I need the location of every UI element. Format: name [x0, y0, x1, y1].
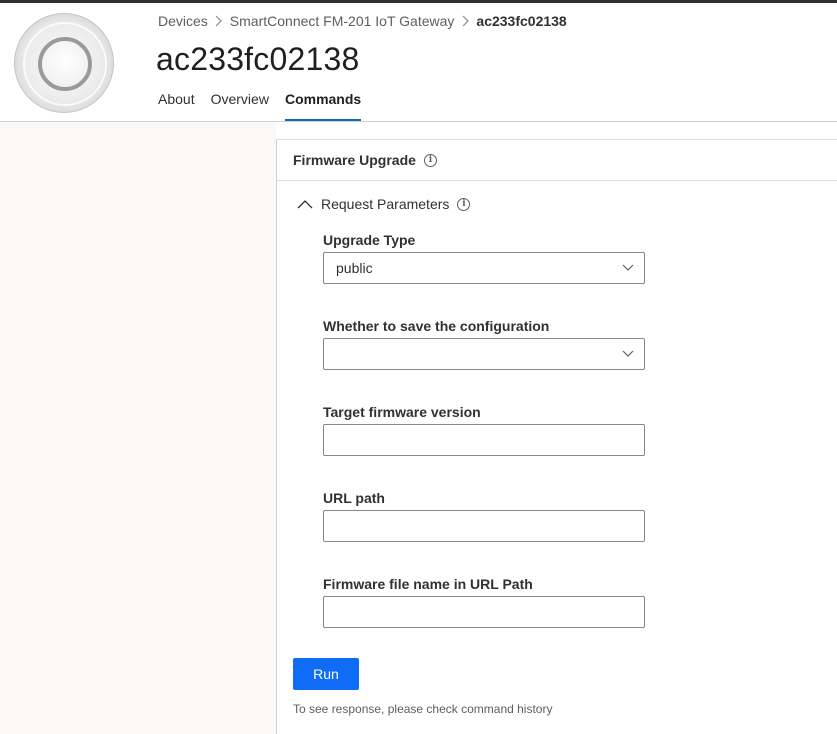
chevron-down-icon	[622, 350, 634, 357]
url-path-input[interactable]	[323, 510, 645, 542]
device-image	[14, 13, 114, 113]
field-label: Upgrade Type	[323, 232, 416, 248]
breadcrumb-device-template[interactable]: SmartConnect FM-201 IoT Gateway	[230, 13, 455, 29]
request-parameters-label: Request Parameters	[321, 196, 450, 212]
info-icon[interactable]: i	[457, 197, 471, 211]
info-icon[interactable]: i	[423, 153, 437, 167]
dropdown-value: public	[336, 260, 373, 276]
command-panel: Firmware Upgrade i Request Parameters i …	[276, 139, 837, 734]
left-pane	[0, 123, 276, 734]
run-button[interactable]: Run	[293, 658, 359, 690]
chevron-down-icon	[622, 264, 634, 271]
tab-about[interactable]: About	[158, 91, 195, 121]
page-title: ac233fc02138	[156, 41, 360, 77]
upgrade-type-dropdown[interactable]: public	[323, 252, 645, 284]
breadcrumb-devices[interactable]: Devices	[158, 13, 208, 29]
device-header: Devices SmartConnect FM-201 IoT Gateway …	[0, 3, 837, 122]
firmware-file-name-input[interactable]	[323, 596, 645, 628]
field-label: Target firmware version	[323, 404, 481, 420]
request-parameters-toggle[interactable]: Request Parameters i	[297, 196, 471, 212]
field-save-configuration: Whether to save the configuration	[323, 318, 645, 370]
save-configuration-dropdown[interactable]	[323, 338, 645, 370]
target-firmware-version-input[interactable]	[323, 424, 645, 456]
field-target-firmware-version: Target firmware version	[323, 404, 645, 456]
field-label: URL path	[323, 490, 385, 506]
tab-bar: About Overview Commands	[158, 91, 362, 121]
field-upgrade-type: Upgrade Type public	[323, 232, 645, 284]
chevron-up-icon	[297, 200, 313, 209]
tab-overview[interactable]: Overview	[211, 91, 269, 121]
field-firmware-file-name: Firmware file name in URL Path	[323, 576, 645, 628]
tab-commands[interactable]: Commands	[284, 91, 362, 121]
breadcrumb-current-device: ac233fc02138	[476, 13, 567, 29]
chevron-right-icon	[208, 13, 230, 29]
breadcrumb: Devices SmartConnect FM-201 IoT Gateway …	[158, 11, 567, 31]
command-panel-header: Firmware Upgrade i	[277, 140, 837, 181]
field-url-path: URL path	[323, 490, 645, 542]
command-history-hint: To see response, please check command hi…	[293, 702, 553, 716]
field-label: Whether to save the configuration	[323, 318, 550, 334]
field-label: Firmware file name in URL Path	[323, 576, 533, 592]
command-title: Firmware Upgrade	[293, 152, 416, 168]
device-image-ring	[38, 37, 92, 91]
chevron-right-icon	[454, 13, 476, 29]
